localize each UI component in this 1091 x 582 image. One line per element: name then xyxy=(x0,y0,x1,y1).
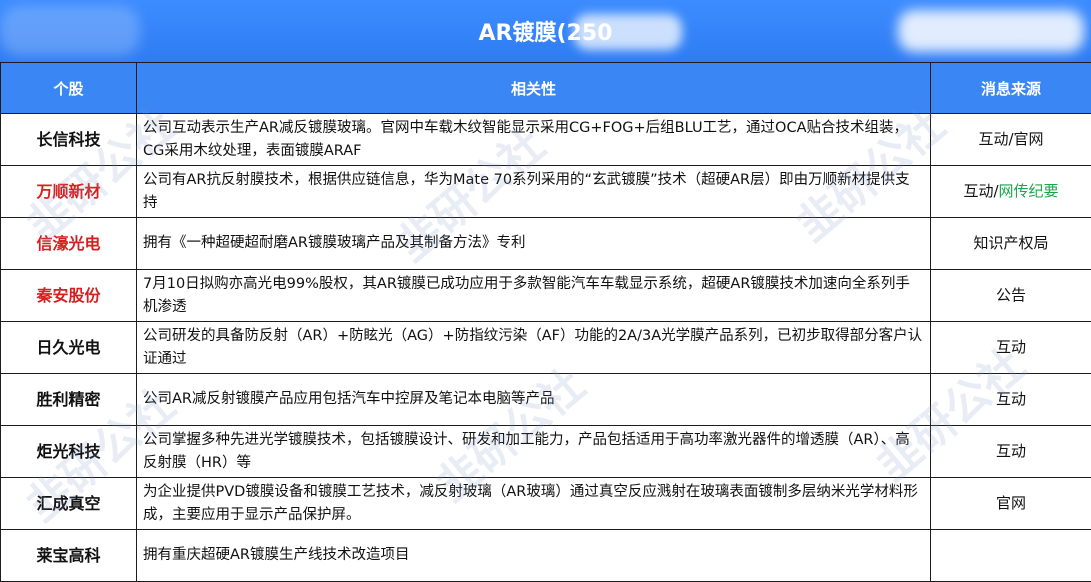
table-row: 汇成真空为企业提供PVD镀膜设备和镀膜工艺技术，减反射玻璃（AR玻璃）通过真空反… xyxy=(1,478,1091,530)
blur-mask-right xyxy=(898,10,1084,52)
header-relevance: 相关性 xyxy=(137,63,931,114)
table-row: 信濠光电拥有《一种超硬超耐磨AR镀膜玻璃产品及其制备方法》专利 知识产权局 xyxy=(1,218,1091,270)
table-row: 炬光科技公司掌握多种先进光学镀膜技术，包括镀膜设计、研发和加工能力，产品包括适用… xyxy=(1,426,1091,478)
cell-source: 知识产权局 xyxy=(931,218,1091,270)
header-source: 消息来源 xyxy=(931,63,1091,114)
table-row: 日久光电公司研发的具备防反射（AR）+防眩光（AG）+防指纹污染（AF）功能的2… xyxy=(1,322,1091,374)
table-row: 万顺新材公司有AR抗反射膜技术，根据供应链信息，华为Mate 70系列采用的“玄… xyxy=(1,166,1091,218)
cell-source: 互动 xyxy=(931,426,1091,478)
cell-stock: 胜利精密 xyxy=(1,374,137,426)
cell-source: 互动 xyxy=(931,322,1091,374)
cell-stock: 万顺新材 xyxy=(1,166,137,218)
cell-source: 公告 xyxy=(931,270,1091,322)
source-text: 知识产权局 xyxy=(973,234,1048,252)
header-stock: 个股 xyxy=(1,63,137,114)
cell-source: 互动/网传纪要 xyxy=(931,166,1091,218)
cell-stock: 炬光科技 xyxy=(1,426,137,478)
table-body: 长信科技公司互动表示生产AR减反镀膜玻璃。官网中车载木纹智能显示采用CG+FOG… xyxy=(1,114,1091,582)
table-row: 胜利精密公司AR减反射镀膜产品应用包括汽车中控屏及笔记本电脑等产品 互动 xyxy=(1,374,1091,426)
cell-stock: 长信科技 xyxy=(1,114,137,166)
cell-relevance: 7月10日拟购亦高光电99%股权，其AR镀膜已成功应用于多款智能汽车车载显示系统… xyxy=(137,270,931,322)
cell-relevance: 公司AR减反射镀膜产品应用包括汽车中控屏及笔记本电脑等产品 xyxy=(137,374,931,426)
source-text: 互动/ xyxy=(963,182,998,200)
source-text: 互动/官网 xyxy=(978,130,1043,148)
blur-mask-title xyxy=(574,14,682,50)
cell-stock: 汇成真空 xyxy=(1,478,137,530)
blur-mask-left xyxy=(0,6,140,56)
cell-relevance: 公司有AR抗反射膜技术，根据供应链信息，华为Mate 70系列采用的“玄武镀膜”… xyxy=(137,166,931,218)
table-row: 莱宝高科拥有重庆超硬AR镀膜生产线技术改造项目 xyxy=(1,530,1091,582)
cell-source: 互动/官网 xyxy=(931,114,1091,166)
cell-source xyxy=(931,530,1091,582)
table-header-row: 个股 相关性 消息来源 xyxy=(1,63,1091,114)
source-text: 互动 xyxy=(996,390,1026,408)
cell-relevance: 公司研发的具备防反射（AR）+防眩光（AG）+防指纹污染（AF）功能的2A/3A… xyxy=(137,322,931,374)
cell-relevance: 公司互动表示生产AR减反镀膜玻璃。官网中车载木纹智能显示采用CG+FOG+后组B… xyxy=(137,114,931,166)
table-row: 秦安股份7月10日拟购亦高光电99%股权，其AR镀膜已成功应用于多款智能汽车车载… xyxy=(1,270,1091,322)
table-row: 长信科技公司互动表示生产AR减反镀膜玻璃。官网中车载木纹智能显示采用CG+FOG… xyxy=(1,114,1091,166)
cell-stock: 信濠光电 xyxy=(1,218,137,270)
source-text: 互动 xyxy=(996,442,1026,460)
source-extra-text: 网传纪要 xyxy=(999,182,1059,200)
cell-stock: 秦安股份 xyxy=(1,270,137,322)
cell-relevance: 拥有重庆超硬AR镀膜生产线技术改造项目 xyxy=(137,530,931,582)
cell-source: 官网 xyxy=(931,478,1091,530)
cell-relevance: 拥有《一种超硬超耐磨AR镀膜玻璃产品及其制备方法》专利 xyxy=(137,218,931,270)
cell-stock: 日久光电 xyxy=(1,322,137,374)
stock-table: 个股 相关性 消息来源 长信科技公司互动表示生产AR减反镀膜玻璃。官网中车载木纹… xyxy=(0,62,1091,582)
source-text: 互动 xyxy=(996,338,1026,356)
source-text: 公告 xyxy=(996,286,1026,304)
source-text: 官网 xyxy=(996,494,1026,512)
cell-source: 互动 xyxy=(931,374,1091,426)
cell-relevance: 公司掌握多种先进光学镀膜技术，包括镀膜设计、研发和加工能力，产品包括适用于高功率… xyxy=(137,426,931,478)
cell-relevance: 为企业提供PVD镀膜设备和镀膜工艺技术，减反射玻璃（AR玻璃）通过真空反应溅射在… xyxy=(137,478,931,530)
cell-stock: 莱宝高科 xyxy=(1,530,137,582)
